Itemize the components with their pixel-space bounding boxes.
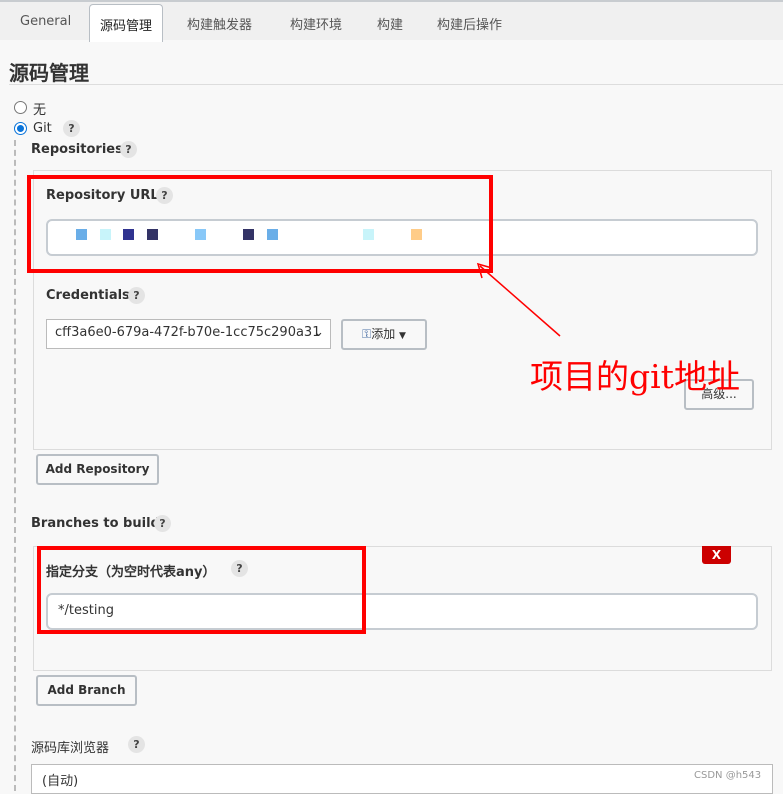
tab-general[interactable]: General [20,14,71,29]
radio-none-label: 无 [33,103,47,118]
radio-git[interactable] [14,122,27,135]
help-icon[interactable]: ? [63,120,80,137]
radio-none[interactable] [14,101,27,114]
add-branch-button[interactable]: Add Branch [36,675,137,706]
radio-git-label: Git [33,121,52,136]
credentials-label: Credentials [46,288,130,303]
credentials-value: cff3a6e0-679a-472f-b70e-1cc75c290a31 [55,325,321,340]
add-credentials-button[interactable]: ⚿添加 ▼ [341,319,427,350]
watermark: CSDN @h543 [694,770,762,781]
add-repository-button[interactable]: Add Repository [36,454,159,485]
divider [9,84,783,85]
credentials-select[interactable]: cff3a6e0-679a-472f-b70e-1cc75c290a31 ⌄ [46,319,331,349]
tab-bar: General 源码管理 构建触发器 构建环境 构建 构建后操作 [0,0,783,42]
caret-down-icon: ▼ [399,331,406,341]
annotation-text: 项目的git地址 [530,357,740,396]
page-title: 源码管理 [9,61,89,85]
help-icon[interactable]: ? [120,141,137,158]
key-icon: ⚿ [362,327,372,341]
help-icon[interactable]: ? [154,515,171,532]
help-icon[interactable]: ? [128,287,145,304]
add-label: 添加 [371,327,396,341]
chevron-down-icon: ⌄ [313,325,324,340]
annotation-box-branch [37,546,366,634]
tab-post-build[interactable]: 构建后操作 [437,14,502,33]
tab-triggers[interactable]: 构建触发器 [187,14,252,33]
delete-branch-button[interactable]: X [702,546,731,564]
tab-scm[interactable]: 源码管理 [89,4,164,42]
tab-environment[interactable]: 构建环境 [290,14,342,33]
tab-build[interactable]: 构建 [377,14,403,33]
repository-browser-label: 源码库浏览器 [31,741,110,756]
repository-browser-select[interactable]: (自动) [31,764,773,794]
annotation-arrow [476,262,561,337]
annotation-box-url [27,175,493,273]
repositories-label: Repositories [31,142,123,157]
section-indent-line [14,140,16,791]
help-icon[interactable]: ? [128,736,145,753]
branches-label: Branches to build [31,516,160,531]
